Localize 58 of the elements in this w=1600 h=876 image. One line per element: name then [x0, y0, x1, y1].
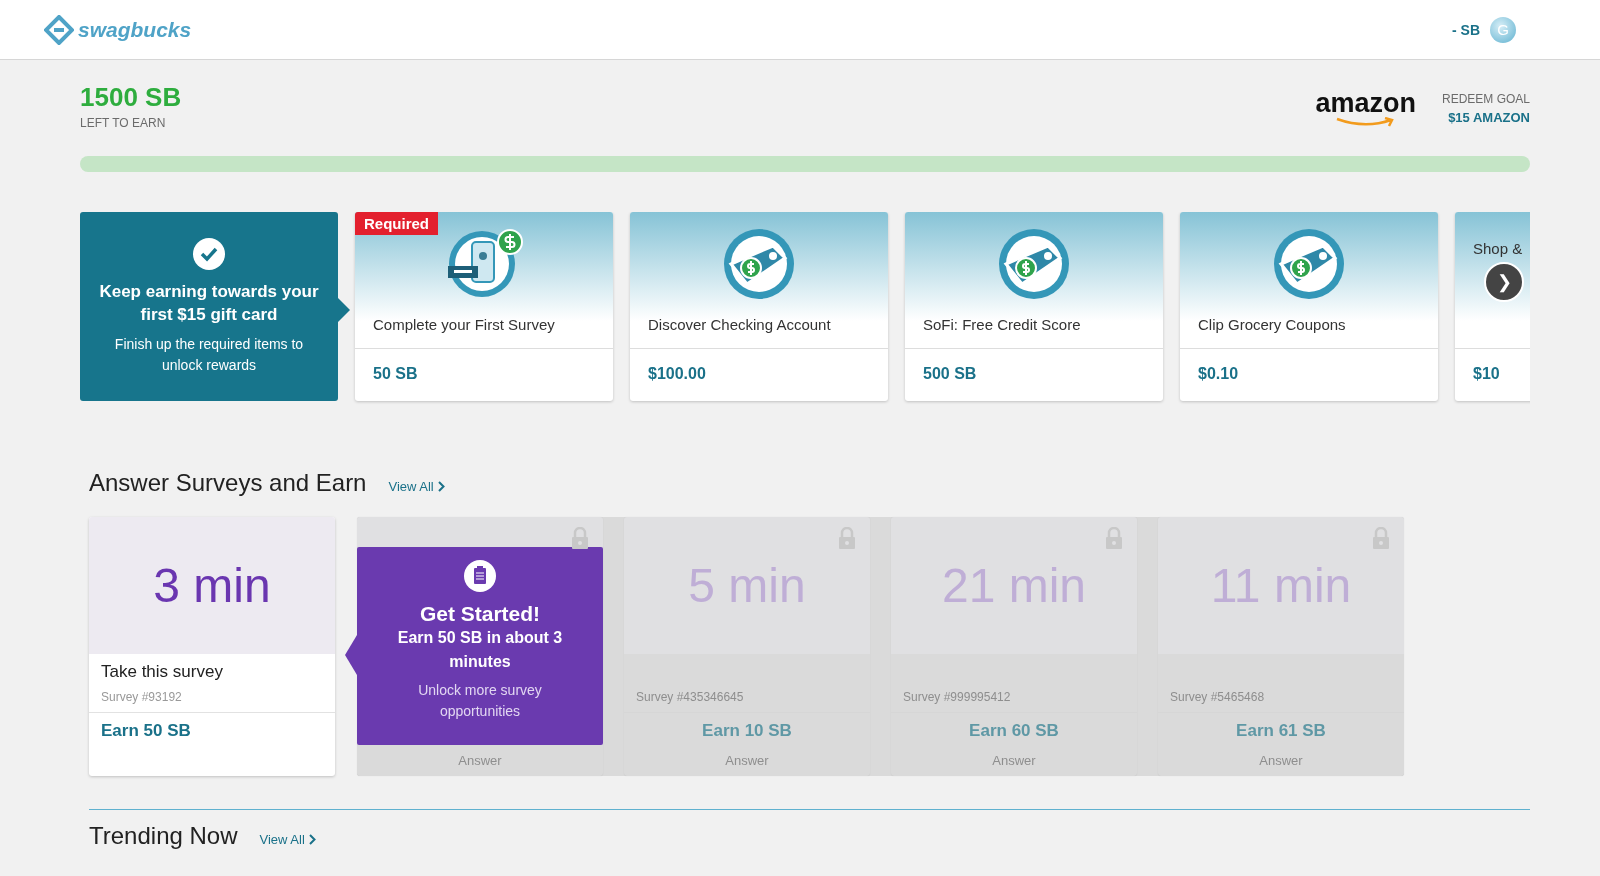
offer-card[interactable]: Required Complete your First Survey 50 SB	[355, 212, 613, 401]
section-title: Trending Now	[89, 822, 238, 850]
tooltip-title: Get Started!	[419, 602, 541, 626]
offer-reward: 50 SB	[372, 364, 419, 384]
survey-earn: Earn 50 SB	[100, 720, 192, 741]
survey-time: 3 min	[153, 558, 271, 613]
view-all-link[interactable]: View All	[388, 479, 445, 494]
offer-title: SoFi: Free Credit Score	[922, 316, 1081, 333]
checkmark-icon	[193, 237, 225, 270]
survey-number: Survey #999995412	[891, 654, 1137, 713]
offer-reward: $0.10	[1197, 364, 1240, 384]
offer-title: Discover Checking Account	[647, 316, 831, 333]
logo-icon	[44, 14, 74, 45]
offer-title: Shop &	[1472, 240, 1523, 257]
required-badge: Required	[355, 212, 438, 235]
answer-text: Answer	[724, 753, 770, 768]
amount-caption: LEFT TO EARN	[80, 116, 167, 130]
chevron-right-icon	[437, 481, 445, 492]
offer-reward: $100.00	[647, 364, 707, 384]
goal-label: REDEEM GOAL	[1441, 92, 1530, 106]
price-tag-icon	[1273, 228, 1345, 300]
lock-icon	[1372, 527, 1390, 549]
price-tag-icon	[723, 228, 795, 300]
lock-icon	[838, 527, 856, 549]
offer-reward: $10	[1472, 364, 1501, 384]
chevron-right-icon	[308, 834, 316, 845]
section-title: Answer Surveys and Earn	[89, 469, 367, 497]
answer-text: Answer	[991, 753, 1037, 768]
answer-text: Answer	[457, 753, 503, 768]
offer-title: Clip Grocery Coupons	[1197, 316, 1346, 333]
survey-action: Take this survey	[100, 661, 224, 682]
balance-text: - SB	[1452, 21, 1480, 38]
offer-title: Complete your First Survey	[372, 316, 555, 333]
survey-earn: Earn 10 SB	[701, 720, 793, 741]
survey-number: Survey #435346645	[624, 654, 870, 713]
survey-number: Survey #5465468	[1158, 654, 1404, 713]
offer-card[interactable]: Clip Grocery Coupons $0.10	[1180, 212, 1438, 401]
price-tag-icon	[998, 228, 1070, 300]
answer-text: Answer	[1258, 753, 1304, 768]
survey-card[interactable]: 3 min Take this survey Survey #93192 Earn 50 SB	[89, 517, 335, 776]
survey-number: Survey #93192	[89, 682, 335, 713]
offer-card[interactable]: Discover Checking Account $100.00	[630, 212, 888, 401]
intro-title: Keep earning towards your first $15 gift card	[98, 280, 320, 326]
tooltip-subtitle: Earn 50 SB in about 3 minutes	[396, 628, 564, 672]
brand-logo: amazon	[1315, 90, 1416, 127]
lock-icon	[1105, 527, 1123, 549]
logo-text: swagbucks	[78, 17, 192, 42]
lock-icon	[571, 527, 589, 549]
intro-text: Finish up the required items to unlock rewards	[113, 334, 305, 375]
amount-left: 1500 SB	[80, 82, 182, 113]
survey-earn: Earn 60 SB	[968, 720, 1060, 741]
offer-card[interactable]: SoFi: Free Credit Score 500 SB	[905, 212, 1163, 401]
tooltip-text: Unlock more survey opportunities	[417, 681, 543, 721]
offer-reward: 500 SB	[922, 364, 978, 384]
clipboard-icon	[464, 560, 496, 592]
goal-value: $15 AMAZON	[1448, 110, 1530, 125]
survey-earn: Earn 61 SB	[1235, 720, 1327, 741]
view-all-link[interactable]: View All	[259, 832, 316, 847]
